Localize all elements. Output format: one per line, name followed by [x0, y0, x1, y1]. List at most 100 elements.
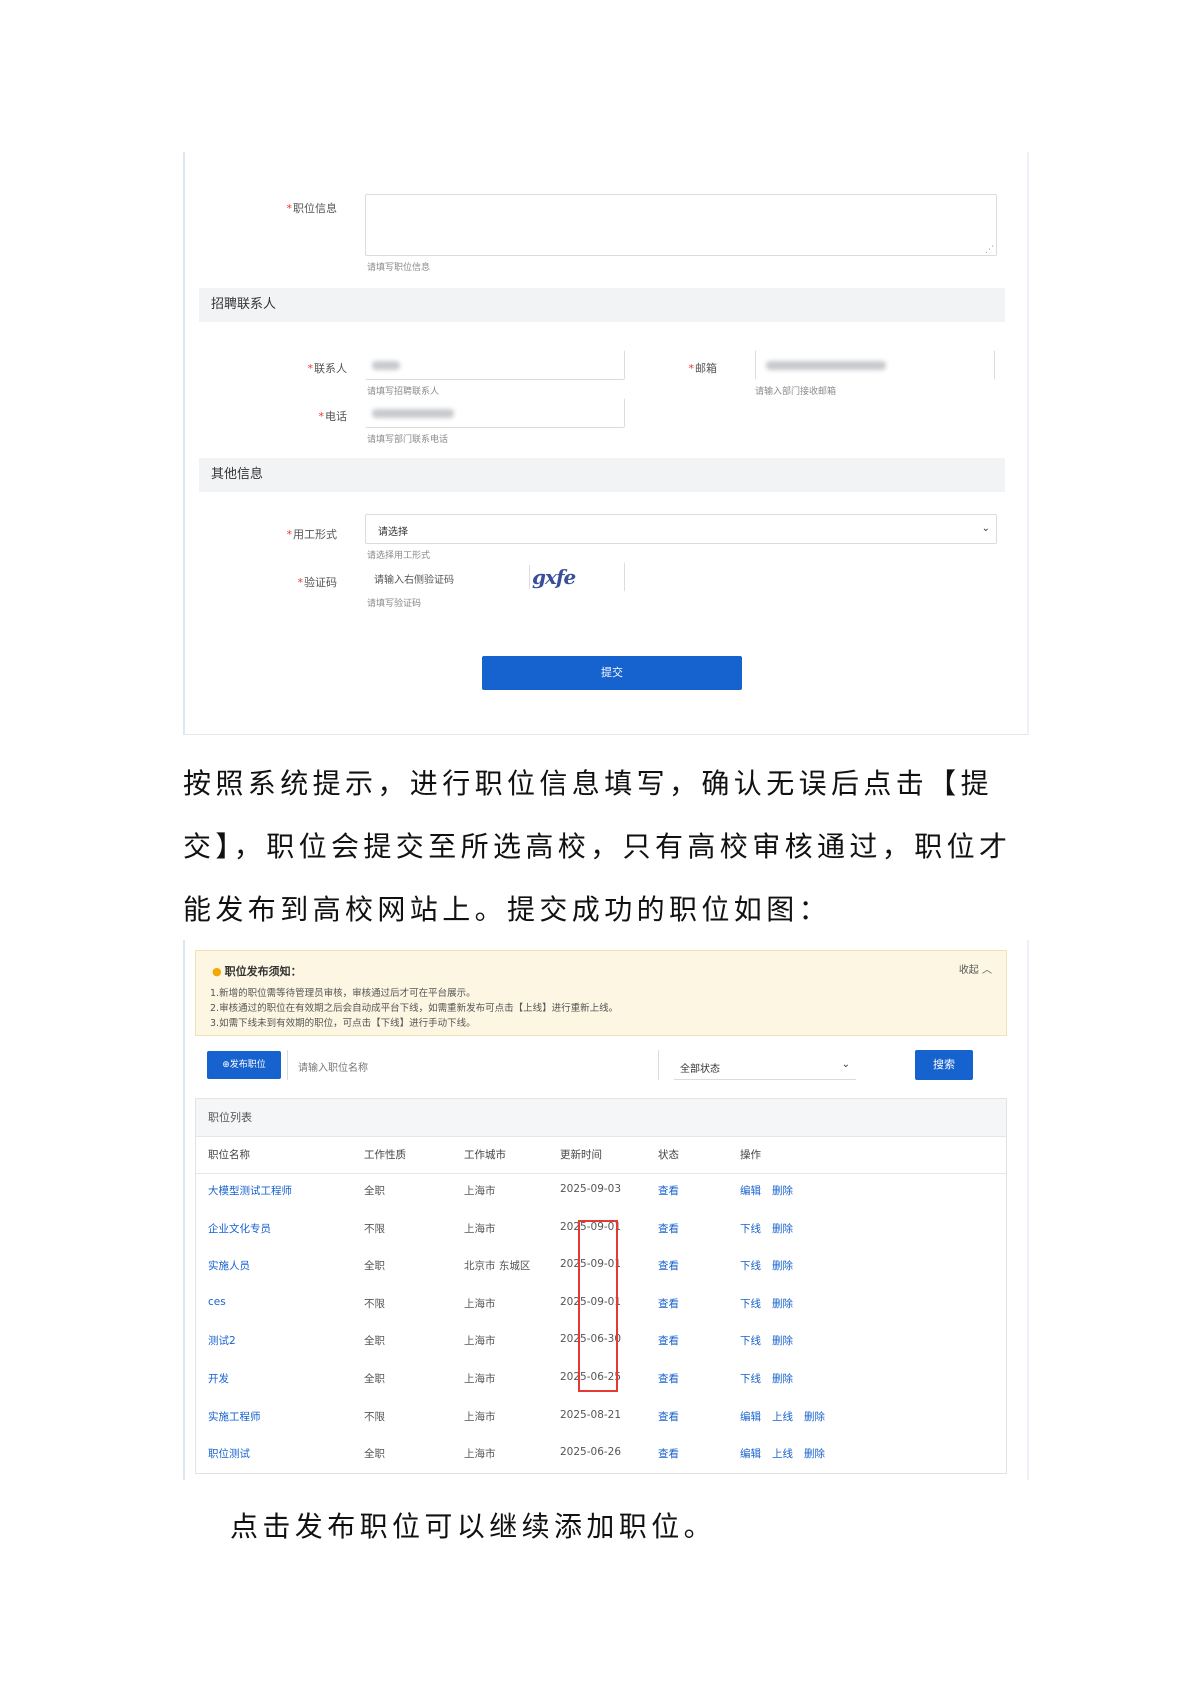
- job-list-screenshot: ● 职位发布须知： 收起 ︿ 1.新增的职位需等待管理员审核，审核通过后才可在平台…: [183, 940, 1029, 1480]
- view-status-link[interactable]: 查看: [658, 1371, 679, 1386]
- column-header: 操作: [740, 1149, 761, 1161]
- work-type-hint: 请选择用工形式: [367, 551, 431, 561]
- captcha-input[interactable]: 请输入右侧验证码 gxfe: [365, 562, 625, 592]
- job-date-cell: 2025-09-03: [560, 1183, 622, 1195]
- captcha-placeholder: 请输入右侧验证码: [374, 575, 454, 586]
- contact-person-label: *联系人: [307, 362, 348, 375]
- job-type-cell: 不限: [364, 1223, 385, 1235]
- submit-button[interactable]: 提交: [482, 656, 742, 690]
- action-link[interactable]: 删除: [772, 1296, 793, 1311]
- job-name-link[interactable]: 开发: [208, 1371, 229, 1386]
- job-date-cell: 2025-06-26: [560, 1446, 622, 1458]
- chevron-down-icon: ⌄: [981, 523, 990, 534]
- job-name-link[interactable]: 职位测试: [208, 1446, 250, 1461]
- action-link[interactable]: 删除: [804, 1409, 825, 1424]
- contact-person-input[interactable]: [365, 350, 625, 380]
- action-link[interactable]: 上线: [772, 1446, 793, 1461]
- contact-person-hint: 请填写招聘联系人: [367, 387, 440, 397]
- job-city-cell: 上海市: [464, 1373, 496, 1385]
- email-input[interactable]: [755, 350, 995, 380]
- job-info-label: *职位信息: [286, 202, 338, 215]
- job-type-cell: 全职: [364, 1448, 385, 1460]
- action-link[interactable]: 编辑: [740, 1446, 761, 1461]
- column-header: 状态: [658, 1149, 679, 1161]
- work-type-value: 请选择: [378, 527, 408, 538]
- work-type-select[interactable]: 请选择 ⌄: [365, 514, 997, 544]
- job-date-cell: 2025-08-21: [560, 1409, 622, 1421]
- phone-label: *电话: [318, 410, 348, 423]
- table-row: 职位测试 全职 上海市 2025-06-26 查看 编辑 上线 删除: [196, 1446, 1006, 1466]
- job-name-link[interactable]: ces: [208, 1296, 226, 1308]
- job-type-cell: 不限: [364, 1298, 385, 1310]
- notice-line: 2.审核通过的职位在有效期之后会自动成平台下线，如需重新发布可点击【上线】进行重…: [210, 1003, 619, 1014]
- captcha-hint: 请填写验证码: [367, 599, 422, 609]
- job-type-cell: 全职: [364, 1335, 385, 1347]
- phone-hint: 请填写部门联系电话: [367, 435, 449, 445]
- job-type-cell: 全职: [364, 1373, 385, 1385]
- captcha-label: *验证码: [297, 576, 338, 589]
- job-name-link[interactable]: 大模型测试工程师: [208, 1183, 292, 1198]
- view-status-link[interactable]: 查看: [658, 1221, 679, 1236]
- job-city-cell: 上海市: [464, 1335, 496, 1347]
- column-header: 更新时间: [560, 1149, 602, 1161]
- job-name-link[interactable]: 实施工程师: [208, 1409, 261, 1424]
- job-city-cell: 上海市: [464, 1298, 496, 1310]
- action-link[interactable]: 删除: [772, 1221, 793, 1236]
- job-info-hint: 请填写职位信息: [367, 263, 431, 273]
- action-link[interactable]: 上线: [772, 1409, 793, 1424]
- action-link[interactable]: 删除: [772, 1183, 793, 1198]
- action-link[interactable]: 删除: [772, 1333, 793, 1348]
- view-status-link[interactable]: 查看: [658, 1409, 679, 1424]
- divider: [196, 1173, 1006, 1174]
- job-city-cell: 上海市: [464, 1185, 496, 1197]
- view-status-link[interactable]: 查看: [658, 1333, 679, 1348]
- job-name-link[interactable]: 企业文化专员: [208, 1221, 271, 1236]
- action-link[interactable]: 删除: [804, 1446, 825, 1461]
- captcha-image[interactable]: gxfe: [529, 565, 576, 589]
- job-info-textarea[interactable]: ⋰: [365, 194, 997, 256]
- chevron-up-icon: ︿: [982, 965, 992, 976]
- publish-job-button[interactable]: ⊕发布职位: [207, 1051, 281, 1079]
- work-type-label: *用工形式: [286, 528, 338, 541]
- job-search-input[interactable]: 请输入职位名称: [287, 1050, 659, 1080]
- action-link[interactable]: 下线: [740, 1221, 761, 1236]
- email-label: *邮箱: [688, 362, 718, 375]
- job-type-cell: 全职: [364, 1185, 385, 1197]
- action-link[interactable]: 下线: [740, 1258, 761, 1273]
- column-header: 职位名称: [208, 1149, 250, 1161]
- status-select-value: 全部状态: [680, 1064, 720, 1075]
- phone-input[interactable]: [365, 398, 625, 428]
- notice-box: ● 职位发布须知： 收起 ︿ 1.新增的职位需等待管理员审核，审核通过后才可在平台…: [195, 950, 1007, 1036]
- view-status-link[interactable]: 查看: [658, 1446, 679, 1461]
- job-type-cell: 不限: [364, 1411, 385, 1423]
- job-city-cell: 上海市: [464, 1411, 496, 1423]
- job-name-link[interactable]: 测试2: [208, 1333, 236, 1348]
- action-link[interactable]: 删除: [772, 1371, 793, 1386]
- job-city-cell: 上海市: [464, 1448, 496, 1460]
- action-link[interactable]: 下线: [740, 1296, 761, 1311]
- section-contact-title: 招聘联系人: [199, 288, 1005, 322]
- highlight-box: [578, 1220, 618, 1392]
- view-status-link[interactable]: 查看: [658, 1183, 679, 1198]
- table-row: 大模型测试工程师 全职 上海市 2025-09-03 查看 编辑 删除: [196, 1183, 1006, 1203]
- job-type-cell: 全职: [364, 1260, 385, 1272]
- view-status-link[interactable]: 查看: [658, 1258, 679, 1273]
- action-link[interactable]: 编辑: [740, 1183, 761, 1198]
- job-city-cell: 北京市 东城区: [464, 1260, 531, 1272]
- view-status-link[interactable]: 查看: [658, 1296, 679, 1311]
- search-button[interactable]: 搜索: [915, 1050, 973, 1080]
- status-select[interactable]: 全部状态 ⌄: [673, 1050, 857, 1080]
- action-link[interactable]: 删除: [772, 1258, 793, 1273]
- job-form-screenshot: *职位信息 ⋰ 请填写职位信息 招聘联系人 *联系人 请填写招聘联系人 *邮箱 …: [183, 152, 1029, 735]
- column-header: 工作城市: [464, 1149, 506, 1161]
- table-title: 职位列表: [196, 1099, 1006, 1137]
- table-row: 实施工程师 不限 上海市 2025-08-21 查看 编辑 上线 删除: [196, 1409, 1006, 1429]
- plus-circle-icon: ⊕: [222, 1060, 230, 1070]
- resize-handle-icon[interactable]: ⋰: [985, 245, 994, 255]
- action-link[interactable]: 下线: [740, 1371, 761, 1386]
- column-header: 工作性质: [364, 1149, 406, 1161]
- collapse-toggle[interactable]: 收起 ︿: [959, 961, 992, 976]
- job-name-link[interactable]: 实施人员: [208, 1258, 250, 1273]
- action-link[interactable]: 编辑: [740, 1409, 761, 1424]
- action-link[interactable]: 下线: [740, 1333, 761, 1348]
